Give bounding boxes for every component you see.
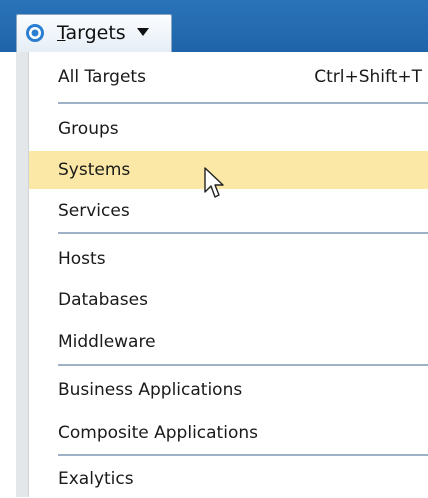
menu-separator xyxy=(58,232,428,234)
menu-item-exalytics[interactable]: Exalytics xyxy=(29,460,428,498)
menubar: Targets xyxy=(0,0,428,52)
target-icon xyxy=(26,24,44,42)
menu-item-label: Services xyxy=(58,201,130,221)
menu-item-systems[interactable]: Systems xyxy=(29,151,428,189)
menu-item-hosts[interactable]: Hosts xyxy=(29,240,428,278)
menu-item-groups[interactable]: Groups xyxy=(29,110,428,148)
menu-item-label: All Targets xyxy=(58,67,146,87)
menu-separator xyxy=(58,454,428,456)
menu-separator xyxy=(58,364,428,366)
targets-menu-button[interactable]: Targets xyxy=(16,14,172,52)
menu-item-shortcut: Ctrl+Shift+T xyxy=(314,67,422,87)
menu-item-label: Composite Applications xyxy=(58,423,258,443)
targets-menu-label: Targets xyxy=(57,22,126,44)
menu-item-label: Hosts xyxy=(58,249,106,269)
menu-item-middleware[interactable]: Middleware xyxy=(29,323,428,361)
menu-item-label: Exalytics xyxy=(58,469,134,489)
menu-item-composite-applications[interactable]: Composite Applications xyxy=(29,414,428,452)
menu-left-rail xyxy=(16,52,29,497)
menu-item-label: Groups xyxy=(58,119,119,139)
caret-down-icon xyxy=(137,28,149,36)
menu-item-business-applications[interactable]: Business Applications xyxy=(29,371,428,409)
menu-item-label: Databases xyxy=(58,290,148,310)
menu-item-databases[interactable]: Databases xyxy=(29,281,428,319)
menu-item-all-targets[interactable]: All Targets Ctrl+Shift+T xyxy=(29,58,428,96)
menu-label-rest: argets xyxy=(65,22,126,44)
menu-separator xyxy=(58,102,428,104)
menu-item-label: Systems xyxy=(58,160,131,180)
menu-item-services[interactable]: Services xyxy=(29,192,428,230)
mouse-pointer-icon xyxy=(204,167,224,198)
menu-item-label: Business Applications xyxy=(58,380,243,400)
menu-item-label: Middleware xyxy=(58,332,156,352)
